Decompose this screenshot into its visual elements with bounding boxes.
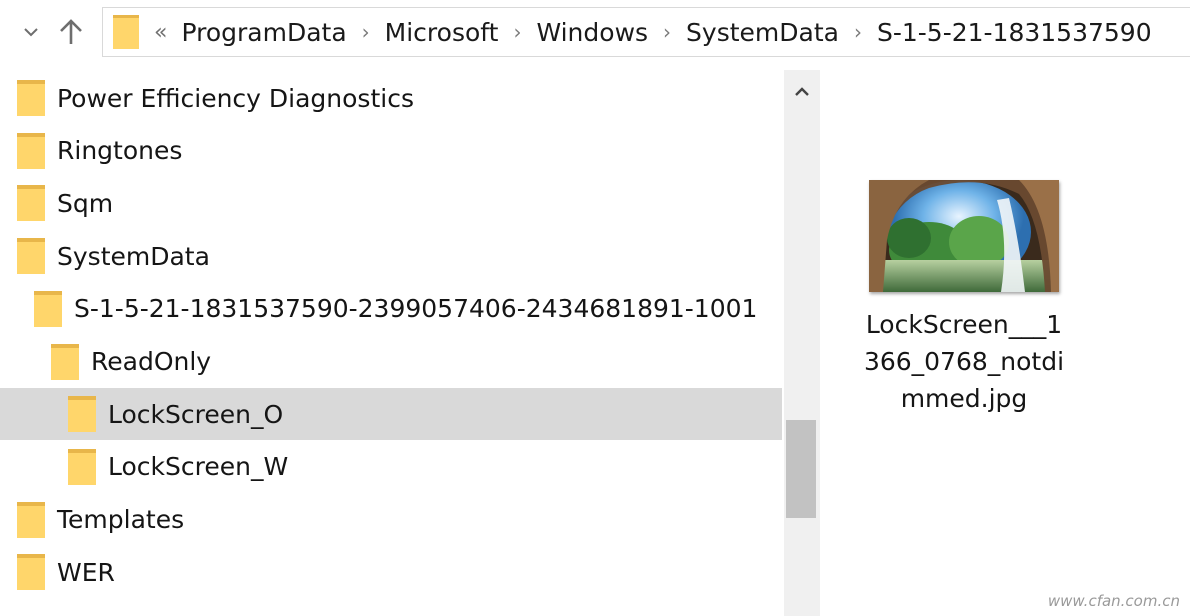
recent-locations-button[interactable] <box>16 10 46 54</box>
tree-scrollbar[interactable] <box>784 70 820 616</box>
scroll-thumb[interactable] <box>786 420 816 518</box>
folder-icon <box>17 238 45 275</box>
breadcrumb-item[interactable]: SystemData <box>686 18 839 47</box>
watermark-text: www.cfan.com.cn <box>1047 592 1180 610</box>
tree-item[interactable]: WER <box>0 546 782 598</box>
file-name: LockScreen___1366_0768_notdimmed.jpg <box>863 310 1065 413</box>
address-bar[interactable]: « ProgramData › Microsoft › Windows › SystemDa… <box>102 7 1190 57</box>
waterfall-cave-thumbnail <box>869 180 1059 292</box>
scroll-up-button[interactable] <box>784 70 820 114</box>
breadcrumb-chevron-icon[interactable]: › <box>513 20 521 44</box>
up-button[interactable] <box>56 10 86 54</box>
folder-icon <box>68 448 96 485</box>
tree-item[interactable]: Sqm <box>0 177 782 229</box>
folder-icon <box>17 185 45 222</box>
tree-item-label: LockScreen_O <box>108 399 284 429</box>
arrow-up-icon <box>60 19 82 44</box>
folder-icon <box>17 80 45 116</box>
tree-item[interactable]: Power Efficiency Diagnostics <box>0 72 782 124</box>
breadcrumb-chevron-icon[interactable]: › <box>663 20 671 44</box>
tree-item-label: Sqm <box>57 188 114 218</box>
folder-icon <box>17 132 45 169</box>
tree-item-label: LockScreen_W <box>108 452 289 482</box>
tree-item[interactable]: Templates <box>0 494 782 546</box>
folder-icon <box>113 15 139 49</box>
folder-icon <box>17 501 45 538</box>
chevron-down-icon <box>24 28 38 37</box>
tree-item-label: S-1-5-21-1831537590-2399057406-243468189… <box>74 294 758 324</box>
tree-item[interactable]: LockScreen_O <box>0 388 782 441</box>
breadcrumb-chevron-icon[interactable]: › <box>854 20 862 44</box>
breadcrumb-item[interactable]: ProgramData <box>181 18 346 47</box>
breadcrumb-item[interactable]: Microsoft <box>385 18 499 47</box>
navigation-tree: Power Efficiency Diagnostics Ringtones Sqm… <box>0 70 784 616</box>
breadcrumb-overflow-button[interactable]: « <box>154 20 167 45</box>
tree-item[interactable]: ReadOnly <box>0 336 782 388</box>
breadcrumb-item[interactable]: Windows <box>536 18 648 47</box>
tree-item-label: Templates <box>57 505 185 535</box>
tree-item-label: WER <box>57 557 115 587</box>
breadcrumb-chevron-icon[interactable]: › <box>362 20 370 44</box>
file-list-pane: LockScreen___1366_0768_notdimmed.jpg www… <box>820 62 1190 616</box>
folder-icon <box>17 554 45 591</box>
tree-item[interactable]: LockScreen_W <box>0 441 782 493</box>
tree-item[interactable]: Ringtones <box>0 125 782 177</box>
chevron-up-icon <box>795 87 809 96</box>
tree-item-label: Power Efficiency Diagnostics <box>57 83 414 113</box>
tree-item[interactable]: S-1-5-21-1831537590-2399057406-243468189… <box>0 283 782 335</box>
tree-item-label: SystemData <box>57 241 210 271</box>
folder-icon <box>68 396 96 433</box>
tree-item[interactable]: SystemData <box>0 230 782 282</box>
folder-icon <box>34 290 62 327</box>
breadcrumb-item[interactable]: S-1-5-21-1831537590 <box>877 18 1152 47</box>
tree-item-label: ReadOnly <box>91 347 212 376</box>
folder-icon <box>51 343 79 380</box>
tree-item-label: Ringtones <box>57 136 183 166</box>
address-toolbar: « ProgramData › Microsoft › Windows › SystemDa… <box>0 0 1190 62</box>
